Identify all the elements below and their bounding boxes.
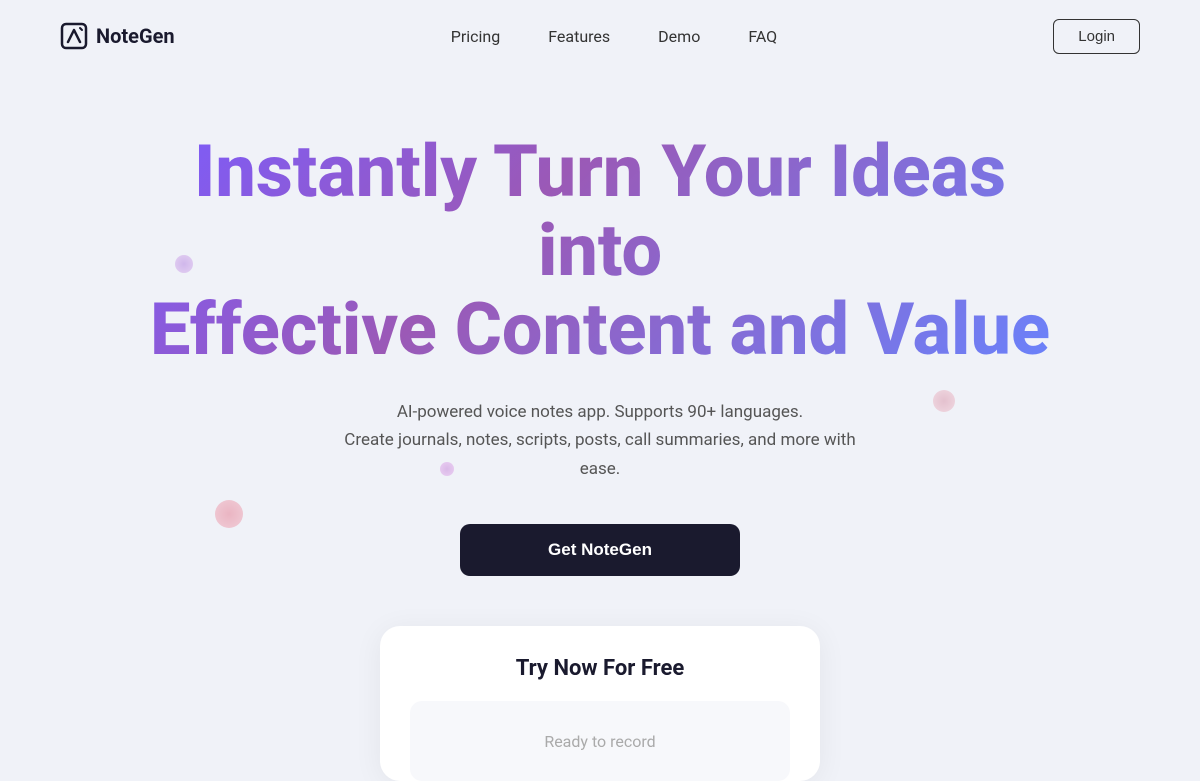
cta-button[interactable]: Get NoteGen [460,524,740,576]
logo-icon [60,22,88,50]
login-button[interactable]: Login [1053,19,1140,54]
navbar: NoteGen Pricing Features Demo FAQ Login [0,0,1200,72]
nav-features[interactable]: Features [548,27,610,46]
nav-pricing[interactable]: Pricing [451,27,501,46]
hero-title: Instantly Turn Your Ideas into Effective… [150,132,1050,370]
nav-faq[interactable]: FAQ [748,27,777,46]
try-card-title: Try Now For Free [410,656,790,681]
hero-section: Instantly Turn Your Ideas into Effective… [0,72,1200,781]
record-placeholder: Ready to record [544,732,655,751]
record-box[interactable]: Ready to record [410,701,790,781]
nav-links: Pricing Features Demo FAQ [451,27,777,46]
logo-link[interactable]: NoteGen [60,22,175,50]
nav-demo[interactable]: Demo [658,27,700,46]
logo-text: NoteGen [96,24,175,48]
hero-subtitle: AI-powered voice notes app. Supports 90+… [340,398,860,485]
try-card: Try Now For Free Ready to record [380,626,820,781]
